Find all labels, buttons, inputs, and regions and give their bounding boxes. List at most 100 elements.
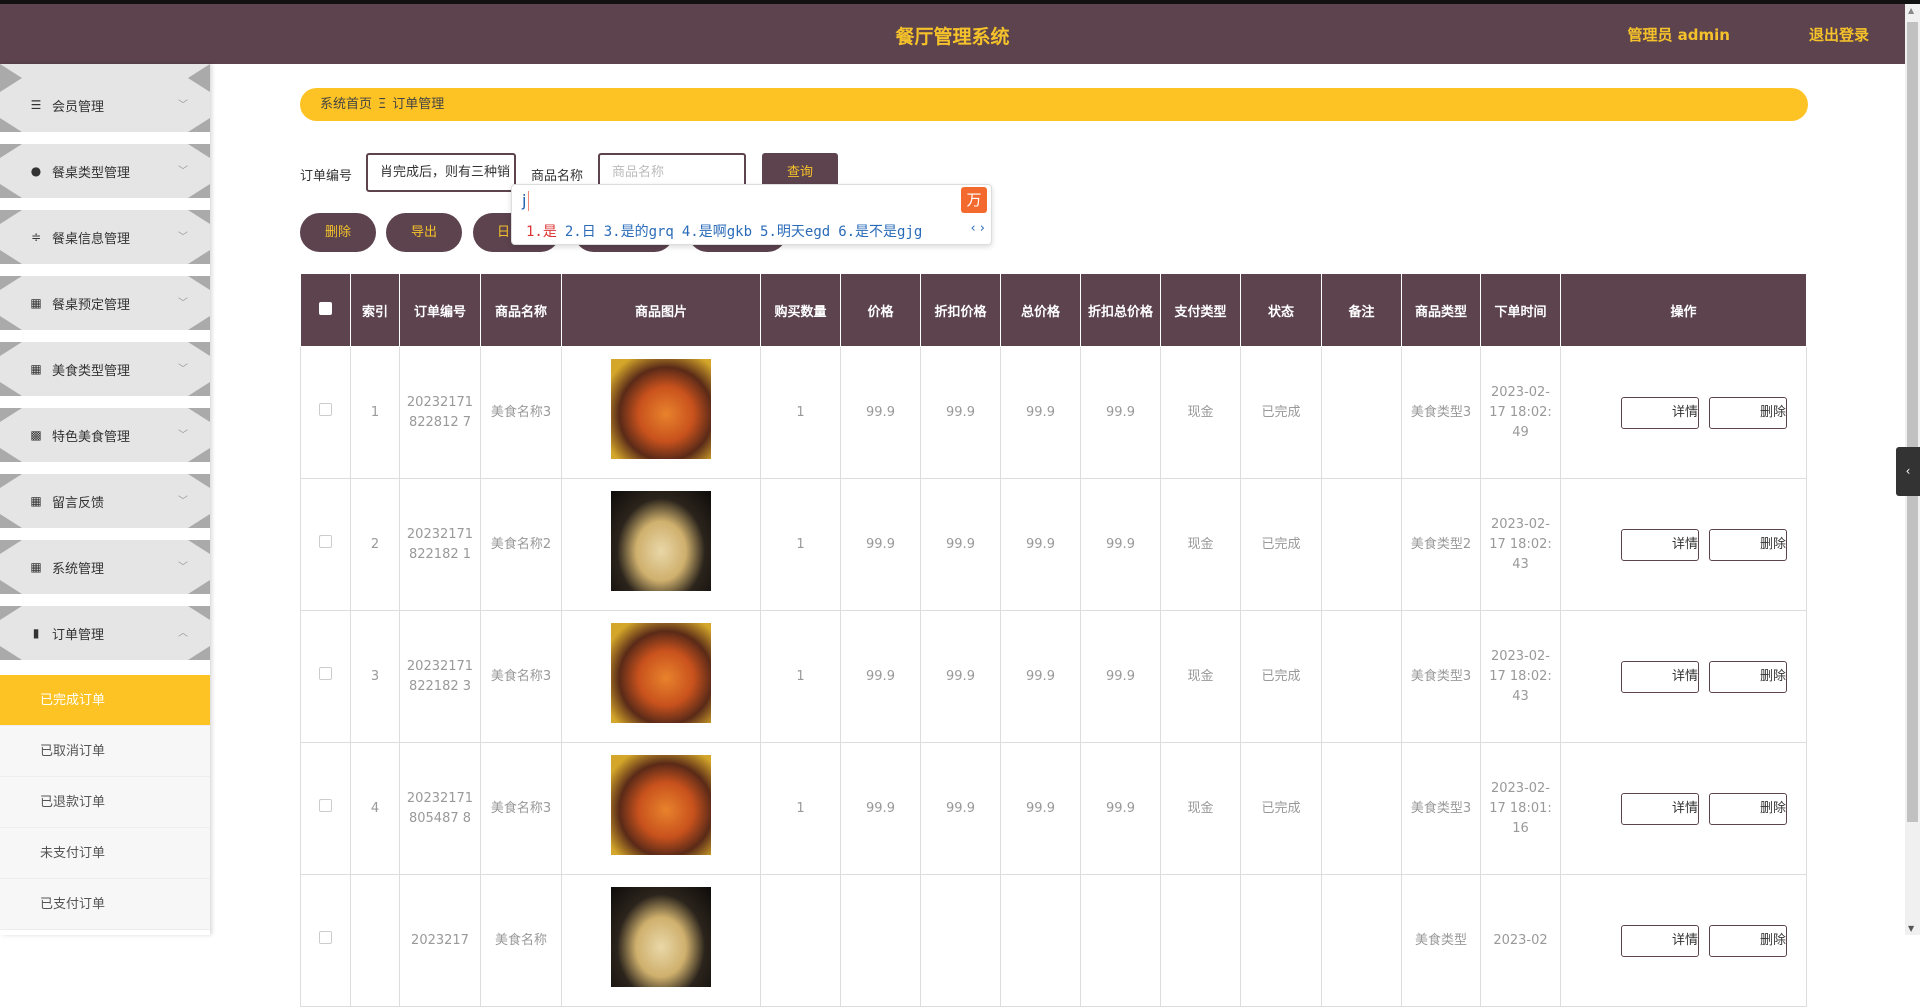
actions-cell: 详情 删除	[1560, 610, 1807, 743]
sidebar-item-5[interactable]: ▩ 特色美食管理 ﹀	[0, 408, 210, 462]
submenu-item-1[interactable]: 已取消订单	[0, 726, 210, 777]
column-header: 索引	[350, 273, 400, 347]
sidebar-item-3[interactable]: ▦ 餐桌预定管理 ﹀	[0, 276, 210, 330]
cell-order_no: 20232171822182 1	[399, 478, 481, 611]
row-checkbox[interactable]	[300, 610, 351, 743]
submenu-item-3[interactable]: 未支付订单	[0, 828, 210, 879]
breadcrumb-separator: Ξ	[378, 97, 387, 112]
sidebar-item-label: 餐桌类型管理	[52, 165, 131, 181]
sidebar-item-7[interactable]: ▦ 系统管理 ﹀	[0, 540, 210, 594]
cell-name: 美食名称	[480, 874, 562, 1007]
detail-button[interactable]: 详情	[1621, 396, 1699, 429]
table-row: 2023217 美食名称 美食类型 2023-02 详情 删除	[300, 874, 1807, 1007]
product-image-cell	[561, 346, 761, 479]
ime-candidate[interactable]: 2.日	[565, 224, 596, 240]
cell-qty: 1	[760, 610, 841, 743]
sidebar-item-1[interactable]: ● 餐桌类型管理 ﹀	[0, 144, 210, 198]
cell-type: 美食类型3	[1401, 742, 1481, 875]
sidebar-item-2[interactable]: ≑ 餐桌信息管理 ﹀	[0, 210, 210, 264]
detail-button[interactable]: 详情	[1621, 528, 1699, 561]
delete-button[interactable]: 删除	[1709, 792, 1787, 825]
submenu-item-4[interactable]: 已支付订单	[0, 879, 210, 930]
cell-order_no: 20232171805487 8	[399, 742, 481, 875]
grid-icon: ▦	[30, 494, 42, 508]
side-panel-toggle-icon[interactable]: ‹	[1896, 447, 1920, 496]
actions-cell: 详情 删除	[1560, 874, 1807, 1007]
sidebar-item-6[interactable]: ▦ 留言反馈 ﹀	[0, 474, 210, 528]
batch-delete-button[interactable]: 删除	[300, 213, 376, 252]
sidebar: ☰ 会员管理 ﹀ ● 餐桌类型管理 ﹀ ≑ 餐桌信息管理 ﹀ ▦ 餐桌预定管理 ﹀ ▦ 美食类型管理 ﹀ ▩ 特…	[0, 64, 210, 935]
cell-disc_total	[1080, 874, 1161, 1007]
cell-index: 4	[350, 742, 400, 875]
row-checkbox[interactable]	[300, 478, 351, 611]
delete-button[interactable]: 删除	[1709, 660, 1787, 693]
ime-logo-icon: 万	[961, 187, 987, 213]
export-button[interactable]: 导出	[386, 213, 462, 252]
cell-disc_total: 99.9	[1080, 478, 1161, 611]
cell-qty	[760, 874, 841, 1007]
product-name-label: 商品名称	[531, 169, 584, 184]
sidebar-item-0[interactable]: ☰ 会员管理 ﹀	[0, 78, 210, 132]
delete-button[interactable]: 删除	[1709, 528, 1787, 561]
column-header: 总价格	[1000, 273, 1081, 347]
detail-button[interactable]: 详情	[1621, 660, 1699, 693]
food-image	[611, 755, 711, 855]
sidebar-item-8[interactable]: ▮ 订单管理 ︿	[0, 606, 210, 660]
column-header: 商品图片	[561, 273, 761, 347]
sidebar-item-label: 会员管理	[52, 99, 105, 115]
ime-candidate[interactable]: 1.是	[526, 224, 557, 240]
cell-disc_total: 99.9	[1080, 742, 1161, 875]
delete-button[interactable]: 删除	[1709, 396, 1787, 429]
ime-page-arrows-icon[interactable]: ‹ ›	[970, 221, 985, 236]
row-checkbox[interactable]	[300, 742, 351, 875]
ime-candidates: 1.是 2.日 3.是的grq 4.是啊gkb 5.明天egd 6.是不是gjg	[526, 221, 930, 241]
column-header: 下单时间	[1480, 273, 1561, 347]
cell-disc	[920, 874, 1001, 1007]
ime-candidate[interactable]: 4.是啊gkb	[682, 224, 752, 240]
actions-cell: 详情 删除	[1560, 346, 1807, 479]
list-icon: ☰	[30, 98, 42, 112]
cell-total	[1000, 874, 1081, 1007]
chevron-down-icon: ﹀	[178, 298, 188, 309]
ime-candidate[interactable]: 5.明天egd	[760, 224, 830, 240]
order-no-input[interactable]: 肖完成后，则有三种销	[366, 153, 516, 192]
sidebar-item-partial[interactable]	[0, 64, 210, 78]
sidebar-item-label: 系统管理	[52, 561, 105, 577]
cell-order_no: 2023217	[399, 874, 481, 1007]
cell-pay	[1160, 874, 1241, 1007]
cell-time: 2023-02-17 18:02:49	[1480, 346, 1561, 479]
cell-note	[1321, 874, 1402, 1007]
cell-note	[1321, 610, 1402, 743]
cell-status: 已完成	[1240, 742, 1322, 875]
cell-pay: 现金	[1160, 610, 1241, 743]
select-all-checkbox[interactable]	[300, 273, 351, 347]
product-image-cell	[561, 874, 761, 1007]
grid-icon: ▦	[30, 560, 42, 574]
top-header: 餐厅管理系统 管理员 admin 退出登录	[0, 4, 1905, 64]
sidebar-item-4[interactable]: ▦ 美食类型管理 ﹀	[0, 342, 210, 396]
breadcrumb-home[interactable]: 系统首页	[320, 97, 372, 112]
ime-candidate[interactable]: 6.是不是gjg	[838, 224, 922, 240]
row-checkbox[interactable]	[300, 346, 351, 479]
row-checkbox[interactable]	[300, 874, 351, 1007]
table-row: 2 20232171822182 1 美食名称2 1 99.9 99.9 99.9 99.9 现…	[300, 478, 1807, 611]
ime-candidate[interactable]: 3.是的grq	[604, 224, 674, 240]
orders-table: 索引 订单编号 商品名称 商品图片 购买数量 价格 折扣价格 总价格 折扣总价格 支付类型 状态 备注…	[300, 273, 1807, 1007]
sidebar-item-label: 留言反馈	[52, 495, 105, 511]
cell-disc: 99.9	[920, 742, 1001, 875]
cell-qty: 1	[760, 478, 841, 611]
product-image-cell	[561, 478, 761, 611]
breadcrumb-current: 订单管理	[392, 97, 445, 112]
detail-button[interactable]: 详情	[1621, 924, 1699, 957]
chevron-down-icon: ﹀	[178, 562, 188, 573]
column-header: 商品类型	[1401, 273, 1481, 347]
cell-disc_total: 99.9	[1080, 610, 1161, 743]
logout-link[interactable]: 退出登录	[1809, 24, 1869, 45]
detail-button[interactable]: 详情	[1621, 792, 1699, 825]
column-header: 折扣总价格	[1080, 273, 1161, 347]
delete-button[interactable]: 删除	[1709, 924, 1787, 957]
submenu-item-2[interactable]: 已退款订单	[0, 777, 210, 828]
ime-composition: j	[522, 191, 530, 211]
cell-index: 1	[350, 346, 400, 479]
submenu-item-0[interactable]: 已完成订单	[0, 675, 210, 726]
